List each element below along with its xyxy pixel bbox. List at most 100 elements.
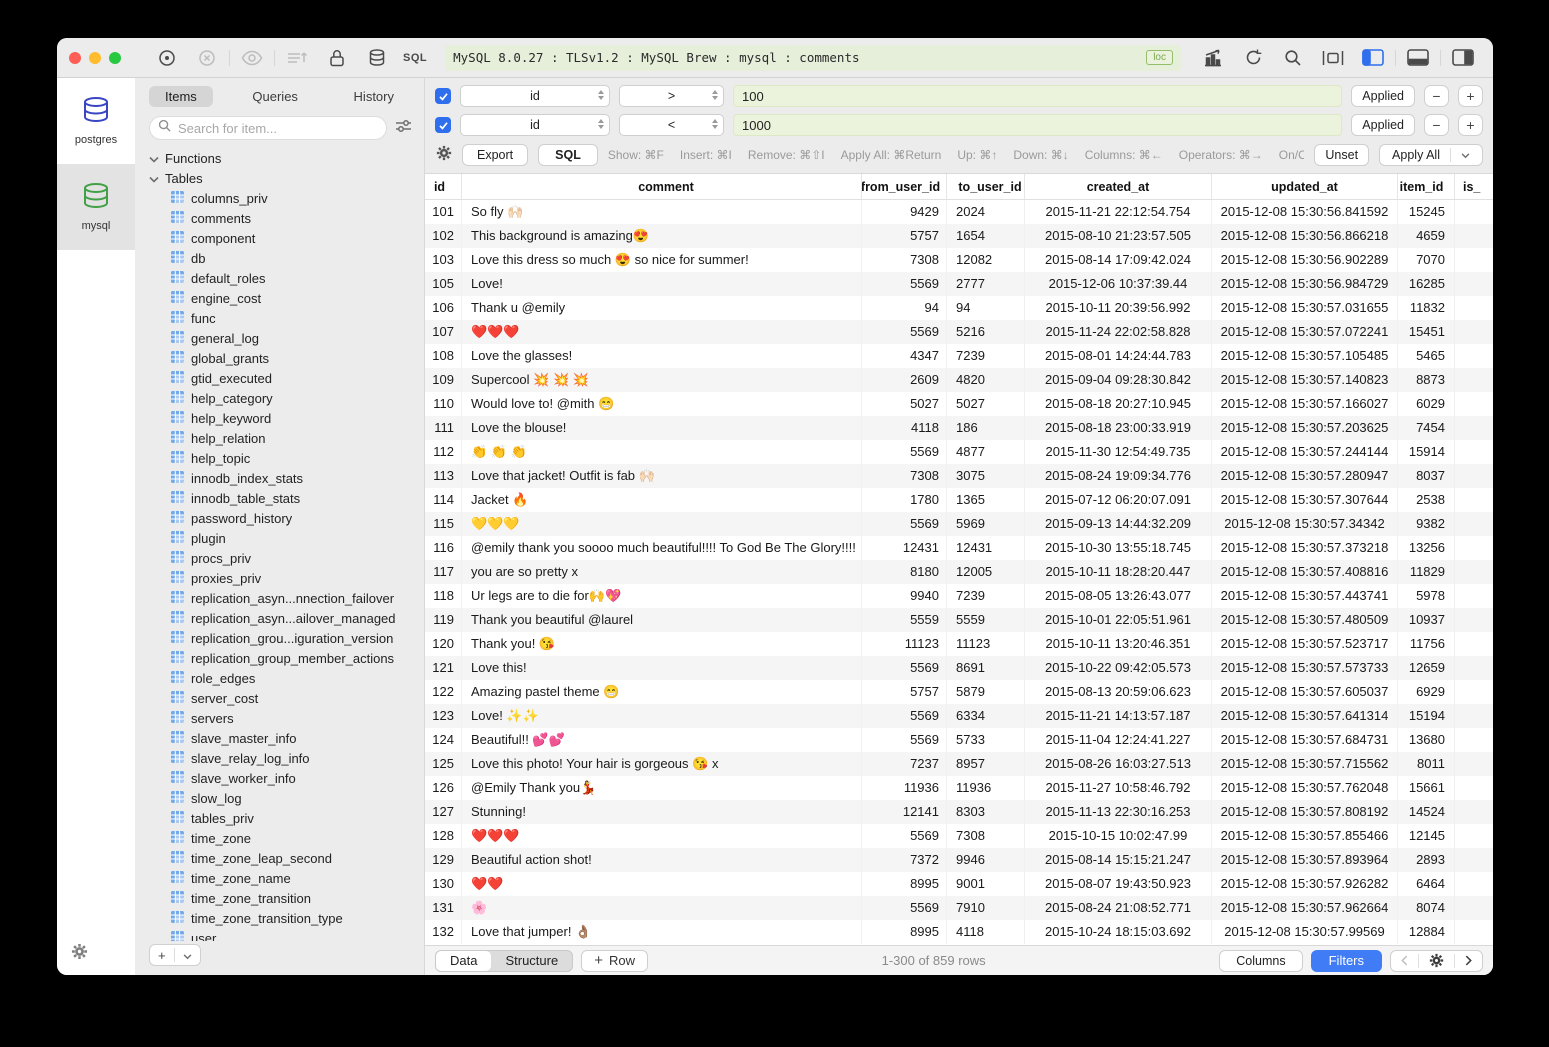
cell-id[interactable]: 119 (425, 608, 462, 632)
cell-comment[interactable]: Beautiful action shot! (462, 848, 862, 872)
cell-from-user-id[interactable]: 4118 (862, 416, 947, 440)
cell-comment[interactable]: Supercool 💥 💥 💥 (462, 368, 862, 392)
cell-updated-at[interactable]: 2015-12-08 15:30:57.408816 (1212, 560, 1398, 584)
cell-to-user-id[interactable]: 8691 (947, 656, 1025, 680)
cell-from-user-id[interactable]: 4347 (862, 344, 947, 368)
cell-to-user-id[interactable]: 5733 (947, 728, 1025, 752)
table-list-item[interactable]: time_zone_leap_second (149, 848, 424, 868)
cell-comment[interactable]: Love that jumper! 👌🏽 (462, 920, 862, 944)
cell-id[interactable]: 101 (425, 200, 462, 224)
cell-item-id[interactable]: 6929 (1398, 680, 1455, 704)
table-list-item[interactable]: gtid_executed (149, 368, 424, 388)
columns-button[interactable]: Columns (1219, 950, 1302, 972)
table-list-item[interactable]: help_relation (149, 428, 424, 448)
cell-id[interactable]: 109 (425, 368, 462, 392)
cell-updated-at[interactable]: 2015-12-08 15:30:56.902289 (1212, 248, 1398, 272)
cell-comment[interactable]: ❤️❤️❤️ (462, 320, 862, 344)
table-list-item[interactable]: tables_priv (149, 808, 424, 828)
table-list-item[interactable]: servers (149, 708, 424, 728)
cell-to-user-id[interactable]: 9001 (947, 872, 1025, 896)
cell-is[interactable] (1455, 392, 1493, 416)
cell-updated-at[interactable]: 2015-12-08 15:30:57.99569 (1212, 920, 1398, 944)
table-list-item[interactable]: general_log (149, 328, 424, 348)
add-item-chevron[interactable] (175, 948, 200, 963)
cell-updated-at[interactable]: 2015-12-08 15:30:57.105485 (1212, 344, 1398, 368)
cell-comment[interactable]: This background is amazing😍 (462, 224, 862, 248)
cell-to-user-id[interactable]: 7239 (947, 344, 1025, 368)
commit-log-icon[interactable] (285, 46, 309, 70)
cell-comment[interactable]: 🌸 (462, 896, 862, 920)
cell-item-id[interactable]: 12884 (1398, 920, 1455, 944)
cell-to-user-id[interactable]: 11936 (947, 776, 1025, 800)
cell-created-at[interactable]: 2015-10-22 09:42:05.573 (1025, 656, 1212, 680)
cell-item-id[interactable]: 5465 (1398, 344, 1455, 368)
connect-icon[interactable] (155, 46, 179, 70)
cell-item-id[interactable]: 2538 (1398, 488, 1455, 512)
table-list-item[interactable]: proxies_priv (149, 568, 424, 588)
cell-to-user-id[interactable]: 5027 (947, 392, 1025, 416)
cell-is[interactable] (1455, 536, 1493, 560)
cell-item-id[interactable]: 15661 (1398, 776, 1455, 800)
cell-to-user-id[interactable]: 3075 (947, 464, 1025, 488)
refresh-icon[interactable] (1241, 46, 1265, 70)
cell-is[interactable] (1455, 800, 1493, 824)
cell-to-user-id[interactable]: 8303 (947, 800, 1025, 824)
cell-updated-at[interactable]: 2015-12-08 15:30:57.641314 (1212, 704, 1398, 728)
cell-created-at[interactable]: 2015-11-24 22:02:58.828 (1025, 320, 1212, 344)
page-settings-gear-icon[interactable] (1419, 951, 1454, 971)
table-list-item[interactable]: innodb_table_stats (149, 488, 424, 508)
cell-to-user-id[interactable]: 1365 (947, 488, 1025, 512)
cell-id[interactable]: 120 (425, 632, 462, 656)
cell-item-id[interactable]: 15245 (1398, 200, 1455, 224)
cell-to-user-id[interactable]: 12082 (947, 248, 1025, 272)
cell-to-user-id[interactable]: 2777 (947, 272, 1025, 296)
cell-is[interactable] (1455, 464, 1493, 488)
cell-item-id[interactable]: 8873 (1398, 368, 1455, 392)
filter-applied-button[interactable]: Applied (1351, 114, 1415, 136)
cell-is[interactable] (1455, 632, 1493, 656)
cell-created-at[interactable]: 2015-10-01 22:05:51.961 (1025, 608, 1212, 632)
cell-created-at[interactable]: 2015-10-11 13:20:46.351 (1025, 632, 1212, 656)
cell-from-user-id[interactable]: 8995 (862, 872, 947, 896)
cell-id[interactable]: 113 (425, 464, 462, 488)
cell-updated-at[interactable]: 2015-12-08 15:30:57.573733 (1212, 656, 1398, 680)
cell-id[interactable]: 131 (425, 896, 462, 920)
cell-is[interactable] (1455, 824, 1493, 848)
cell-updated-at[interactable]: 2015-12-08 15:30:57.34342 (1212, 512, 1398, 536)
cell-updated-at[interactable]: 2015-12-08 15:30:57.684731 (1212, 728, 1398, 752)
cell-id[interactable]: 126 (425, 776, 462, 800)
cell-to-user-id[interactable]: 12005 (947, 560, 1025, 584)
preview-eye-icon[interactable] (240, 46, 264, 70)
cell-updated-at[interactable]: 2015-12-08 15:30:57.926282 (1212, 872, 1398, 896)
cell-created-at[interactable]: 2015-08-05 13:26:43.077 (1025, 584, 1212, 608)
cell-item-id[interactable]: 10937 (1398, 608, 1455, 632)
cell-created-at[interactable]: 2015-08-14 15:15:21.247 (1025, 848, 1212, 872)
filter-sliders-icon[interactable] (395, 119, 412, 138)
cell-item-id[interactable]: 4659 (1398, 224, 1455, 248)
table-list-item[interactable]: role_edges (149, 668, 424, 688)
cell-comment[interactable]: @emily thank you soooo much beautiful!!!… (462, 536, 862, 560)
cell-id[interactable]: 105 (425, 272, 462, 296)
cell-is[interactable] (1455, 296, 1493, 320)
add-item-plus[interactable]: + (150, 948, 174, 963)
cell-updated-at[interactable]: 2015-12-08 15:30:57.244144 (1212, 440, 1398, 464)
cell-created-at[interactable]: 2015-11-13 22:30:16.253 (1025, 800, 1212, 824)
cell-created-at[interactable]: 2015-08-24 19:09:34.776 (1025, 464, 1212, 488)
table-list-item[interactable]: engine_cost (149, 288, 424, 308)
cell-created-at[interactable]: 2015-08-10 21:23:57.505 (1025, 224, 1212, 248)
table-list-item[interactable]: slave_relay_log_info (149, 748, 424, 768)
cell-comment[interactable]: ❤️❤️❤️ (462, 824, 862, 848)
cell-updated-at[interactable]: 2015-12-08 15:30:57.480509 (1212, 608, 1398, 632)
cell-to-user-id[interactable]: 9946 (947, 848, 1025, 872)
next-page-icon[interactable] (1455, 951, 1482, 971)
cell-updated-at[interactable]: 2015-12-08 15:30:57.280947 (1212, 464, 1398, 488)
cell-is[interactable] (1455, 368, 1493, 392)
cell-item-id[interactable]: 7070 (1398, 248, 1455, 272)
cell-updated-at[interactable]: 2015-12-08 15:30:56.984729 (1212, 272, 1398, 296)
connection-mysql[interactable]: mysql (57, 164, 135, 250)
cell-id[interactable]: 117 (425, 560, 462, 584)
cell-item-id[interactable]: 11829 (1398, 560, 1455, 584)
cell-item-id[interactable]: 15194 (1398, 704, 1455, 728)
cell-updated-at[interactable]: 2015-12-08 15:30:57.203625 (1212, 416, 1398, 440)
cell-to-user-id[interactable]: 11123 (947, 632, 1025, 656)
